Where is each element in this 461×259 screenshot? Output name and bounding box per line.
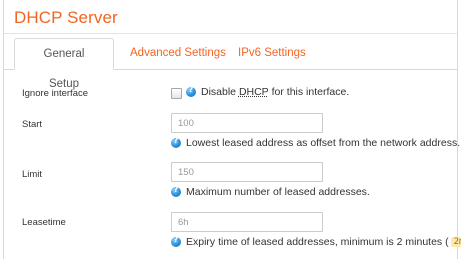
tab-ipv6-settings[interactable]: IPv6 Settings [226,38,318,70]
help-text-suffix: for this interface. [268,86,350,98]
info-icon [186,85,196,97]
tab-advanced-settings[interactable]: Advanced Settings [118,38,238,70]
leasetime-input[interactable] [171,212,323,232]
help-text-prefix: Disable [201,86,239,98]
tab-general-setup[interactable]: General Setup [14,38,114,90]
info-icon [171,185,181,197]
leasetime-label: Leasetime [22,217,66,228]
limit-help-text: Maximum number of leased addresses. [186,186,370,198]
leasetime-help: Expiry time of leased addresses, minimum… [171,235,461,248]
leasetime-help-prefix: Expiry time of leased addresses, minimum… [186,236,449,248]
info-icon [171,136,181,148]
start-label: Start [22,119,43,130]
limit-label: Limit [22,169,43,180]
limit-help: Maximum number of leased addresses. [171,185,370,198]
ignore-interface-help: Disable DHCP for this interface. [186,85,350,98]
tab-bar: General Setup Advanced Settings IPv6 Set… [4,38,457,90]
start-help-text: Lowest leased address as offset from the… [186,137,461,149]
dhcp-abbr: DHCP [238,86,269,98]
limit-input[interactable] [171,162,323,182]
start-input[interactable] [171,113,323,133]
start-help: Lowest leased address as offset from the… [171,136,461,149]
title-divider [4,33,457,34]
info-icon [171,235,181,247]
ignore-interface-checkbox[interactable] [171,88,182,99]
page-title: DHCP Server [14,8,118,27]
dhcp-server-panel: DHCP Server General Setup Advanced Setti… [3,0,461,259]
leasetime-code: 2m [450,237,461,247]
